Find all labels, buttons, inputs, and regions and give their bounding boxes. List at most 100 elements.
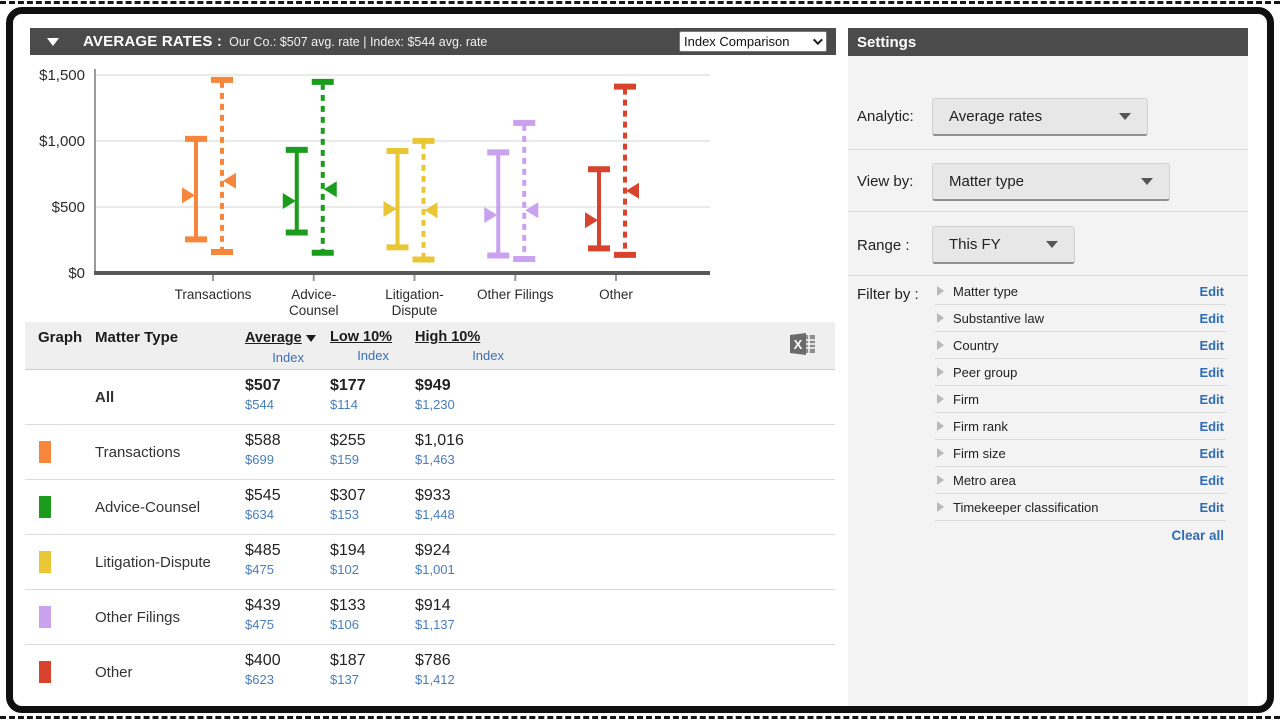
svg-text:$1,500: $1,500 [39, 67, 85, 84]
excel-export-icon[interactable]: X [789, 332, 835, 369]
expand-triangle-icon[interactable] [937, 367, 944, 377]
high10-index-value[interactable]: $1,463 [415, 452, 530, 467]
col-matter-type: Matter Type [95, 329, 245, 369]
svg-text:Other: Other [599, 287, 633, 302]
filter-edit-link[interactable]: Edit [1199, 419, 1224, 434]
clear-all-row: Clear all [935, 521, 1226, 550]
matter-type-label: Advice-Counsel [95, 499, 245, 516]
rates-chart: $0$500$1,000$1,500TransactionsAdvice-Cou… [32, 58, 832, 320]
series-color-swatch [39, 551, 51, 573]
filter-by-label: Filter by : [857, 286, 919, 303]
series-color-swatch [39, 606, 51, 628]
table-row: Other $400$623 $187$137 $786$1,412 [25, 645, 835, 700]
average-marker-icon [223, 173, 236, 189]
expand-triangle-icon[interactable] [937, 340, 944, 350]
settings-header: Settings [848, 28, 1248, 56]
high10-index-value[interactable]: $1,230 [415, 397, 530, 412]
expand-triangle-icon[interactable] [937, 286, 944, 296]
range-field-row: Range : This FY [848, 212, 1248, 276]
svg-text:$500: $500 [52, 199, 85, 216]
filter-edit-link[interactable]: Edit [1199, 392, 1224, 407]
svg-text:$1,000: $1,000 [39, 133, 85, 150]
high10-index-value[interactable]: $1,412 [415, 672, 530, 687]
filter-edit-link[interactable]: Edit [1199, 338, 1224, 353]
filter-edit-link[interactable]: Edit [1199, 473, 1224, 488]
table-row: Transactions $588$699 $255$159 $1,016$1,… [25, 425, 835, 480]
collapse-triangle-icon[interactable] [47, 38, 59, 46]
average-index-value[interactable]: $475 [245, 562, 330, 577]
rates-table: Graph Matter Type Average Index Low 10% … [25, 322, 835, 700]
expand-triangle-icon[interactable] [937, 475, 944, 485]
index-range-bar [211, 80, 236, 252]
low10-index-value[interactable]: $153 [330, 507, 415, 522]
comparison-select[interactable]: Index Comparison [679, 31, 827, 52]
range-dropdown[interactable]: This FY [932, 226, 1075, 264]
average-index-link[interactable]: Index [272, 350, 330, 365]
series-color-swatch [39, 441, 51, 463]
svg-text:Advice-Counsel: Advice-Counsel [289, 287, 339, 318]
average-sort-link[interactable]: Average [245, 330, 302, 346]
filter-item-label: Matter type [953, 284, 1018, 299]
low10-index-value[interactable]: $137 [330, 672, 415, 687]
high10-index-value[interactable]: $1,001 [415, 562, 530, 577]
average-marker-icon [182, 187, 195, 203]
filter-item-label: Peer group [953, 365, 1017, 380]
filter-edit-link[interactable]: Edit [1199, 500, 1224, 515]
expand-triangle-icon[interactable] [937, 421, 944, 431]
low10-index-value[interactable]: $114 [330, 397, 415, 412]
filter-item-row: Firm size Edit [935, 440, 1226, 467]
low10-index-value[interactable]: $106 [330, 617, 415, 632]
expand-triangle-icon[interactable] [937, 448, 944, 458]
low10-value: $194 [330, 542, 415, 560]
average-index-value[interactable]: $544 [245, 397, 330, 412]
filter-edit-link[interactable]: Edit [1199, 446, 1224, 461]
average-index-value[interactable]: $475 [245, 617, 330, 632]
high10-value: $924 [415, 542, 530, 560]
average-value: $588 [245, 432, 330, 450]
dropdown-triangle-icon [1141, 178, 1153, 185]
filter-edit-link[interactable]: Edit [1199, 284, 1224, 299]
high10-sort-link[interactable]: High 10% [415, 329, 530, 345]
low10-index-value[interactable]: $102 [330, 562, 415, 577]
filter-item-row: Firm rank Edit [935, 413, 1226, 440]
viewby-value: Matter type [933, 173, 1024, 190]
ourco-range-bar [182, 139, 207, 239]
index-range-bar [312, 82, 337, 253]
low10-index-value[interactable]: $159 [330, 452, 415, 467]
index-range-bar [513, 123, 538, 259]
expand-triangle-icon[interactable] [937, 502, 944, 512]
average-index-value[interactable]: $699 [245, 452, 330, 467]
col-average: Average Index [245, 329, 330, 369]
low10-sort-link[interactable]: Low 10% [330, 329, 415, 345]
viewby-field-row: View by: Matter type [848, 150, 1248, 212]
low10-index-link[interactable]: Index [357, 348, 415, 363]
range-value: This FY [933, 236, 1001, 253]
table-row: All $507$544 $177$114 $949$1,230 [25, 370, 835, 425]
comparison-select-wrap: Index Comparison [679, 31, 827, 52]
high10-index-link[interactable]: Index [472, 348, 530, 363]
matter-type-label: Transactions [95, 444, 245, 461]
viewby-dropdown[interactable]: Matter type [932, 163, 1170, 201]
analytic-dropdown[interactable]: Average rates [932, 98, 1148, 136]
high10-index-value[interactable]: $1,448 [415, 507, 530, 522]
clear-all-link[interactable]: Clear all [1171, 528, 1224, 543]
average-marker-icon [585, 212, 598, 228]
series-color-swatch [39, 496, 51, 518]
filter-edit-link[interactable]: Edit [1199, 365, 1224, 380]
average-index-value[interactable]: $634 [245, 507, 330, 522]
average-index-value[interactable]: $623 [245, 672, 330, 687]
filter-edit-link[interactable]: Edit [1199, 311, 1224, 326]
average-marker-icon [484, 207, 497, 223]
high10-index-value[interactable]: $1,137 [415, 617, 530, 632]
low10-value: $177 [330, 377, 415, 395]
matter-type-label: Other [95, 664, 245, 681]
ourco-range-bar [585, 169, 610, 248]
average-value: $439 [245, 597, 330, 615]
expand-triangle-icon[interactable] [937, 313, 944, 323]
rates-table-body: All $507$544 $177$114 $949$1,230 Transac… [25, 370, 835, 700]
expand-triangle-icon[interactable] [937, 394, 944, 404]
average-marker-icon [626, 183, 639, 199]
table-row: Litigation-Dispute $485$475 $194$102 $92… [25, 535, 835, 590]
index-range-bar [614, 87, 639, 255]
svg-text:Other Filings: Other Filings [477, 287, 554, 302]
